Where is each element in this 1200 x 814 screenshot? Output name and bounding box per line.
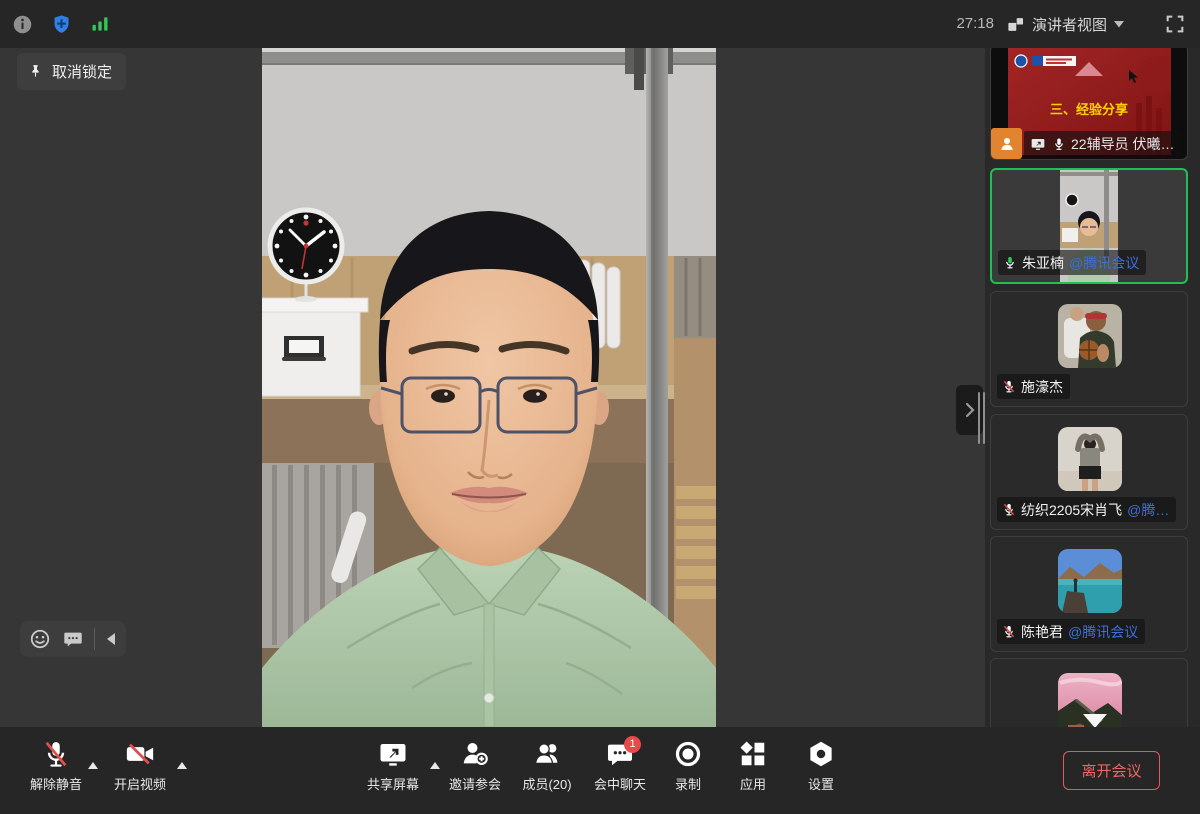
unpin-label: 取消锁定 xyxy=(52,61,112,82)
quick-chat-icon[interactable] xyxy=(61,628,85,650)
meeting-timer: 27:18 xyxy=(948,0,994,48)
invite-label: 邀请参会 xyxy=(449,774,501,793)
participant-name-chip: 陈艳君@腾讯会议 xyxy=(997,619,1145,644)
participant-name-suffix: @腾讯会议 xyxy=(1068,622,1138,642)
share-screen-button[interactable]: 共享屏幕 xyxy=(367,739,419,793)
share-screen-icon xyxy=(378,739,408,769)
mic-active-icon xyxy=(1003,255,1017,270)
chat-label: 会中聊天 xyxy=(594,774,646,793)
view-mode-label: 演讲者视图 xyxy=(1032,14,1107,35)
speaker-video-scene xyxy=(262,48,716,727)
slide-title: 三、经验分享 xyxy=(1050,102,1128,117)
share-options-arrow[interactable] xyxy=(430,762,440,769)
invite-person-icon xyxy=(460,739,490,769)
participant-name-chip: 纺织2205宋肖飞@腾… xyxy=(997,497,1176,522)
settings-label: 设置 xyxy=(808,774,834,793)
apps-grid-icon xyxy=(738,739,768,769)
leave-meeting-button[interactable]: 离开会议 xyxy=(1063,751,1160,790)
participant-avatar xyxy=(1058,549,1122,613)
participant-name: 22辅导员 伏曦… xyxy=(1071,134,1174,154)
participant-name: 纺织2205宋肖飞 xyxy=(1021,500,1122,520)
record-icon xyxy=(673,739,703,769)
network-signal-icon[interactable] xyxy=(90,14,110,34)
start-video-button[interactable]: 开启视频 xyxy=(114,739,166,793)
scroll-down-indicator[interactable] xyxy=(1083,714,1107,728)
participant-name-suffix: @腾… xyxy=(1127,500,1169,520)
mic-on-icon xyxy=(1052,137,1066,151)
participant-tile-screenshare[interactable]: 三、经验分享 22辅导员 伏曦… xyxy=(990,44,1188,160)
start-video-label: 开启视频 xyxy=(114,774,166,793)
members-button[interactable]: 成员(20) xyxy=(522,739,571,793)
participant-name-suffix: @腾讯会议 xyxy=(1069,253,1139,273)
collapse-left-icon[interactable] xyxy=(105,632,117,646)
apps-button[interactable]: 应用 xyxy=(738,739,768,793)
mic-options-arrow[interactable] xyxy=(88,762,98,769)
quick-reaction-bar xyxy=(20,621,126,657)
participant-avatar xyxy=(1058,304,1122,368)
camera-off-icon xyxy=(124,739,156,769)
participant-name-chip: 施濠杰 xyxy=(997,374,1070,399)
pin-icon xyxy=(27,63,44,80)
emoji-icon[interactable] xyxy=(29,628,51,650)
presenter-badge-icon xyxy=(991,128,1022,159)
participant-tile-active-speaker[interactable]: 朱亚楠@腾讯会议 xyxy=(990,168,1188,284)
settings-button[interactable]: 设置 xyxy=(806,739,836,793)
video-options-arrow[interactable] xyxy=(177,762,187,769)
mic-muted-icon xyxy=(41,739,71,769)
screen-share-icon xyxy=(1029,136,1047,152)
chevron-down-icon xyxy=(1114,21,1124,28)
unmute-label: 解除静音 xyxy=(30,774,82,793)
fullscreen-icon[interactable] xyxy=(1164,13,1186,35)
participant-name: 施濠杰 xyxy=(1021,377,1063,397)
participant-tile[interactable]: 纺织2205宋肖飞@腾… xyxy=(990,414,1188,530)
share-screen-label: 共享屏幕 xyxy=(367,774,419,793)
main-speaker-video[interactable] xyxy=(262,48,716,727)
participant-tile[interactable]: 陈艳君@腾讯会议 xyxy=(990,536,1188,652)
mic-muted-icon xyxy=(1002,379,1016,394)
top-bar: 27:18 演讲者视图 xyxy=(0,0,1200,48)
record-button[interactable]: 录制 xyxy=(673,739,703,793)
settings-nut-icon xyxy=(806,739,836,769)
security-shield-icon[interactable] xyxy=(51,13,72,36)
mic-muted-icon xyxy=(1002,624,1016,639)
members-label: 成员(20) xyxy=(522,774,571,793)
unmute-button[interactable]: 解除静音 xyxy=(30,739,82,793)
bottom-toolbar: 解除静音 开启视频 共享屏幕 邀请参会 xyxy=(0,727,1200,814)
record-label: 录制 xyxy=(675,774,701,793)
participant-avatar xyxy=(1058,427,1122,491)
participant-name-chip: 22辅导员 伏曦… xyxy=(1024,131,1180,156)
sidebar-scrollbar-track xyxy=(983,392,985,444)
mic-muted-icon xyxy=(1002,502,1016,517)
sidebar-scrollbar[interactable] xyxy=(978,392,980,444)
meeting-info-icon[interactable] xyxy=(12,14,33,35)
chat-unread-badge: 1 xyxy=(624,736,641,753)
divider xyxy=(94,628,95,650)
view-mode-switcher[interactable]: 演讲者视图 xyxy=(1006,0,1124,48)
participant-tile[interactable]: 施濠杰 xyxy=(990,291,1188,407)
layout-icon xyxy=(1006,15,1025,34)
chevron-right-icon xyxy=(963,401,977,419)
participant-name-chip: 朱亚楠@腾讯会议 xyxy=(998,250,1146,275)
participant-name: 陈艳君 xyxy=(1021,622,1063,642)
participant-name: 朱亚楠 xyxy=(1022,253,1064,273)
invite-button[interactable]: 邀请参会 xyxy=(449,739,501,793)
apps-label: 应用 xyxy=(740,774,766,793)
unpin-button[interactable]: 取消锁定 xyxy=(17,53,126,90)
members-icon xyxy=(532,739,562,769)
